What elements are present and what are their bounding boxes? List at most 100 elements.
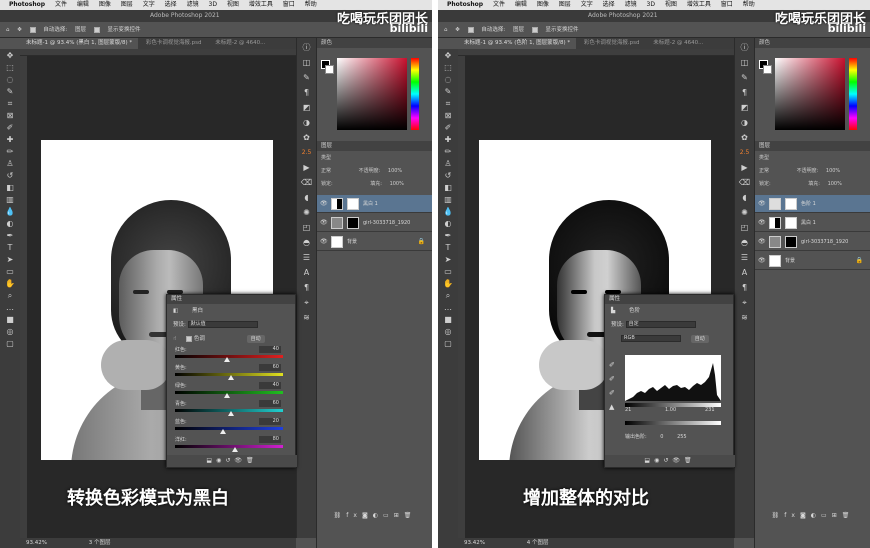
menu-layer[interactable]: 图层 bbox=[559, 1, 571, 8]
sun-icon[interactable]: ✺ bbox=[300, 208, 314, 218]
visibility-eye-icon[interactable]: 👁 bbox=[758, 214, 766, 232]
layer-select-dropdown[interactable]: 图层 bbox=[75, 27, 86, 33]
glyph-icon[interactable]: ◰ bbox=[738, 223, 752, 233]
white-eyedropper-icon[interactable]: ✐ bbox=[609, 389, 619, 397]
bw-slider-row[interactable]: 绿色: 40 bbox=[171, 382, 291, 400]
menu-filter[interactable]: 滤镜 bbox=[187, 1, 199, 8]
fx-icon[interactable]: fx bbox=[784, 512, 800, 519]
menu-edit[interactable]: 编辑 bbox=[515, 1, 527, 8]
color-swatch-icon[interactable]: ■ bbox=[3, 315, 17, 325]
menu-edit[interactable]: 编辑 bbox=[77, 1, 89, 8]
character-icon[interactable]: ¶ bbox=[300, 88, 314, 98]
info-icon[interactable]: ⓘ bbox=[300, 43, 314, 53]
menu-image[interactable]: 图像 bbox=[99, 1, 111, 8]
target-adjust-icon[interactable]: ☝ bbox=[173, 336, 176, 342]
type-icon[interactable]: T bbox=[441, 243, 455, 253]
stamp-icon[interactable]: ♙ bbox=[441, 159, 455, 169]
glyph-icon[interactable]: ◰ bbox=[300, 223, 314, 233]
sliders-icon[interactable]: ☰ bbox=[738, 253, 752, 263]
filter-kind-dropdown[interactable]: 类型 bbox=[321, 155, 331, 161]
transform-icon[interactable]: ⌖ bbox=[738, 298, 752, 308]
menu-image[interactable]: 图像 bbox=[537, 1, 549, 8]
marquee-icon[interactable]: ⬚ bbox=[441, 63, 455, 73]
auto-button[interactable]: 自动 bbox=[690, 335, 709, 343]
visibility-eye-icon[interactable]: 👁 bbox=[758, 233, 766, 251]
eraser-icon[interactable]: ◧ bbox=[3, 183, 17, 193]
input-mid-value[interactable]: 1.00 bbox=[665, 407, 676, 413]
paths-icon[interactable]: ◩ bbox=[738, 103, 752, 113]
input-black-value[interactable]: 21 bbox=[625, 407, 631, 413]
menu-window[interactable]: 窗口 bbox=[721, 1, 733, 8]
clip-icon[interactable]: ⬓ bbox=[644, 457, 654, 464]
shape-icon[interactable]: ▭ bbox=[441, 267, 455, 277]
more-tools-icon[interactable]: … bbox=[441, 303, 455, 313]
blur-icon[interactable]: 💧 bbox=[3, 207, 17, 217]
menu-type[interactable]: 文字 bbox=[581, 1, 593, 8]
menu-file[interactable]: 文件 bbox=[55, 1, 67, 8]
move-icon[interactable]: ✥ bbox=[441, 51, 455, 61]
output-white-value[interactable]: 255 bbox=[677, 434, 687, 440]
tab-doc-3[interactable]: 未标题-2 @ 4640... bbox=[209, 38, 271, 49]
channel-dropdown[interactable]: RGB bbox=[621, 335, 681, 342]
home-icon[interactable]: ⌂ bbox=[6, 27, 10, 33]
brush-icon[interactable]: ✏ bbox=[3, 147, 17, 157]
eraser-icon[interactable]: ◧ bbox=[441, 183, 455, 193]
info-icon[interactable]: ⓘ bbox=[738, 43, 752, 53]
menu-plugins[interactable]: 增效工具 bbox=[249, 1, 273, 8]
sliders-icon[interactable]: ☰ bbox=[300, 253, 314, 263]
adjust-icon[interactable]: ◑ bbox=[738, 118, 752, 128]
color-panel-header[interactable]: 颜色 bbox=[317, 38, 432, 48]
blur-icon[interactable]: 💧 bbox=[441, 207, 455, 217]
plugin-icon[interactable]: ✿ bbox=[300, 133, 314, 143]
show-transform-checkbox[interactable] bbox=[93, 26, 100, 33]
text-panel-icon[interactable]: A bbox=[300, 268, 314, 278]
slider-thumb[interactable] bbox=[232, 447, 239, 452]
lasso-icon[interactable]: ◌ bbox=[441, 75, 455, 85]
bw-slider-row[interactable]: 红色: 40 bbox=[171, 346, 291, 364]
pen-icon[interactable]: ✒ bbox=[3, 231, 17, 241]
bw-slider-row[interactable]: 青色: 60 bbox=[171, 400, 291, 418]
brush-settings-icon[interactable]: ⌫ bbox=[300, 178, 314, 188]
new-layer-icon[interactable]: ⊞ bbox=[832, 512, 842, 519]
plugin-icon[interactable]: ✿ bbox=[738, 133, 752, 143]
shapes-icon[interactable]: ◓ bbox=[738, 238, 752, 248]
new-adjustment-icon[interactable]: ◐ bbox=[811, 512, 821, 519]
quick-select-icon[interactable]: ✎ bbox=[3, 87, 17, 97]
view-prev-icon[interactable]: ◉ bbox=[216, 457, 225, 464]
reset-icon[interactable]: ↺ bbox=[663, 457, 672, 464]
zoom-icon[interactable]: ⌕ bbox=[441, 291, 455, 301]
visibility-eye-icon[interactable]: 👁 bbox=[320, 214, 328, 232]
quick-select-icon[interactable]: ✎ bbox=[441, 87, 455, 97]
slider-thumb[interactable] bbox=[228, 375, 235, 380]
frame-icon[interactable]: ⊠ bbox=[3, 111, 17, 121]
eyedropper-icon[interactable]: ✐ bbox=[3, 123, 17, 133]
layer-row[interactable]: 👁 黑白 1 bbox=[317, 195, 432, 213]
hand-icon[interactable]: ✋ bbox=[441, 279, 455, 289]
delete-icon[interactable]: 🗑 bbox=[684, 457, 696, 464]
folder-icon[interactable]: ▭ bbox=[821, 512, 832, 519]
slider-value[interactable]: 40 bbox=[259, 382, 281, 389]
layer-row[interactable]: 👁 背景 🔒 bbox=[755, 252, 870, 270]
slider-track[interactable] bbox=[175, 445, 283, 448]
auto-select-checkbox[interactable] bbox=[29, 26, 36, 33]
healing-icon[interactable]: ✚ bbox=[3, 135, 17, 145]
tab-doc-2[interactable]: 彩色卡调视觉海报.psd bbox=[578, 38, 646, 49]
home-icon[interactable]: ⌂ bbox=[444, 27, 448, 33]
input-white-value[interactable]: 231 bbox=[705, 407, 715, 413]
paragraph-icon[interactable]: ¶ bbox=[300, 283, 314, 293]
layers-comp-icon[interactable]: ≋ bbox=[300, 313, 314, 323]
filter-kind-dropdown[interactable]: 类型 bbox=[759, 155, 769, 161]
bw-slider-row[interactable]: 蓝色: 20 bbox=[171, 418, 291, 436]
adjust-icon[interactable]: ◑ bbox=[300, 118, 314, 128]
shapes-icon[interactable]: ◓ bbox=[300, 238, 314, 248]
new-layer-icon[interactable]: ⊞ bbox=[394, 512, 404, 519]
shape-icon[interactable]: ▭ bbox=[3, 267, 17, 277]
layer-select-dropdown[interactable]: 图层 bbox=[513, 27, 524, 33]
menu-type[interactable]: 文字 bbox=[143, 1, 155, 8]
black-eyedropper-icon[interactable]: ✐ bbox=[609, 361, 619, 369]
opacity-value[interactable]: 100% bbox=[388, 168, 402, 174]
path-select-icon[interactable]: ➤ bbox=[441, 255, 455, 265]
mask-icon[interactable]: ◙ bbox=[800, 512, 811, 519]
menu-help[interactable]: 帮助 bbox=[743, 1, 755, 8]
fx-icon[interactable]: fx bbox=[346, 512, 362, 519]
